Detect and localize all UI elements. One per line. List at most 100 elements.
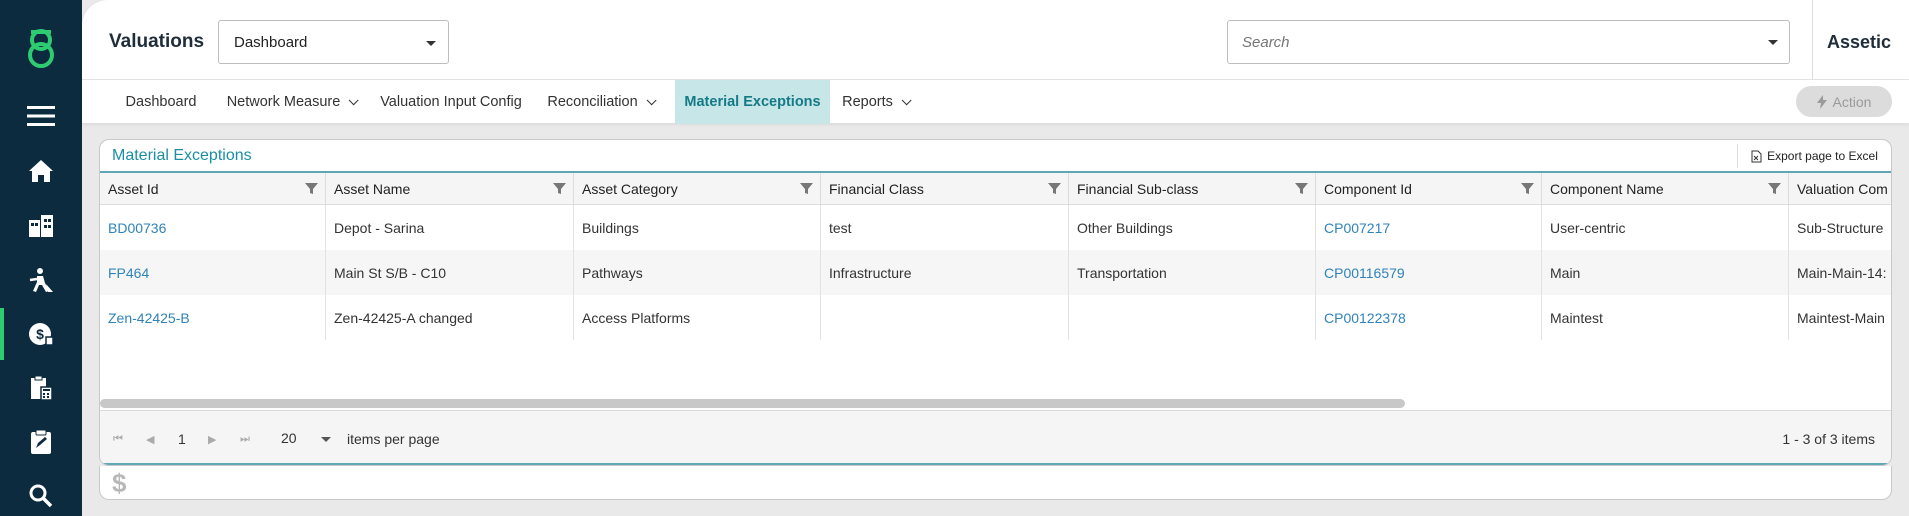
app-header: Valuations Dashboard Assetic [82,0,1909,79]
filter-icon[interactable] [800,182,813,195]
financial-sub-class-cell: Transportation [1068,250,1315,295]
column-label: Asset Id [108,181,159,197]
search-input[interactable] [1227,20,1790,64]
home-icon[interactable] [0,145,82,197]
current-page[interactable]: 1 [178,431,186,447]
logo-icon[interactable] [0,22,82,74]
asset-name-cell: Depot - Sarina [325,205,573,250]
caret-down-icon [426,41,436,46]
column-header-component-id[interactable]: Component Id [1315,173,1541,205]
grid-title: Material Exceptions [112,147,252,164]
action-label: Action [1832,93,1872,110]
prev-page-icon[interactable]: ◀ [146,433,154,446]
filter-icon[interactable] [1768,182,1781,195]
column-label: Financial Class [829,181,924,197]
chevron-down-icon [348,94,359,105]
financial-class-cell [820,295,1068,340]
asset-name-cell: Zen-42425-A changed [325,295,573,340]
buildings-icon[interactable] [0,200,82,252]
horizontal-scrollbar[interactable] [100,399,1405,408]
component-id-link[interactable]: CP007217 [1315,205,1541,250]
tab-label: Material Exceptions [684,94,821,110]
pager-info: 1 - 3 of 3 items [1782,431,1875,447]
search-icon[interactable] [0,470,82,516]
column-header-financial-sub-class[interactable]: Financial Sub-class [1068,173,1315,205]
view-select[interactable]: Dashboard [218,20,449,64]
caret-down-icon[interactable] [1768,40,1778,45]
tab-dashboard[interactable]: Dashboard [110,80,212,124]
first-page-icon[interactable]: ⏮ [113,433,123,446]
column-header-financial-class[interactable]: Financial Class [820,173,1068,205]
tab-material-exceptions[interactable]: Material Exceptions [675,80,830,124]
column-header-valuation-component[interactable]: Valuation Com [1788,173,1891,205]
component-name-cell: Maintest [1541,295,1788,340]
column-header-asset-id[interactable]: Asset Id [100,173,325,205]
component-id-link[interactable]: CP00122378 [1315,295,1541,340]
tab-label: Valuation Input Config [380,94,522,110]
table-row[interactable]: Zen-42425-B Zen-42425-A changed Access P… [100,295,1891,340]
column-label: Asset Name [334,181,411,197]
table-row[interactable]: FP464 Main St S/B - C10 Pathways Infrast… [100,250,1891,295]
view-select-value: Dashboard [234,33,308,51]
tab-reconciliation[interactable]: Reconciliation [532,80,668,124]
page-size-select[interactable]: 20 [281,430,297,446]
column-label: Component Id [1324,181,1412,197]
filter-icon[interactable] [1521,182,1534,195]
column-header-asset-category[interactable]: Asset Category [573,173,820,205]
svg-text:$: $ [36,326,44,342]
dollar-icon: $ [112,468,127,498]
asset-id-link[interactable]: FP464 [100,250,325,295]
valuation-icon[interactable]: $ [0,308,82,360]
clipboard-edit-icon[interactable] [0,416,82,468]
component-id-link[interactable]: CP00116579 [1315,250,1541,295]
asset-id-link[interactable]: BD00736 [100,205,325,250]
tab-network-measure[interactable]: Network Measure [212,80,370,124]
asset-category-cell: Buildings [573,205,820,250]
next-page-icon[interactable]: ▶ [208,433,216,446]
page-title: Valuations [109,31,205,52]
grid-header: Asset Id Asset Name Asset Category Finan… [100,173,1891,205]
component-name-cell: Main [1541,250,1788,295]
valuation-component-cell: Main-Main-14: [1788,250,1891,295]
filter-icon[interactable] [553,182,566,195]
last-page-icon[interactable]: ⏭ [240,433,250,446]
asset-name-cell: Main St S/B - C10 [325,250,573,295]
component-name-cell: User-centric [1541,205,1788,250]
asset-category-cell: Pathways [573,250,820,295]
export-label: Export page to Excel [1767,149,1878,163]
brand-name: Assetic [1827,32,1892,52]
filter-icon[interactable] [305,182,318,195]
column-label: Financial Sub-class [1077,181,1199,197]
column-label: Valuation Com [1797,181,1888,197]
filter-icon[interactable] [1295,182,1308,195]
grid-pager: ⏮ ◀ 1 ▶ ⏭ 20 items per page 1 - 3 of 3 i… [100,410,1891,465]
tab-valuation-input-config[interactable]: Valuation Input Config [370,80,532,124]
valuation-component-cell: Maintest-Main [1788,295,1891,340]
financial-sub-class-cell [1068,295,1315,340]
column-label: Component Name [1550,181,1664,197]
clipboard-calc-icon[interactable] [0,362,82,414]
tab-reports[interactable]: Reports [830,80,920,124]
filter-icon[interactable] [1048,182,1061,195]
valuation-component-cell: Sub-Structure [1788,205,1891,250]
menu-icon[interactable] [0,90,82,142]
material-exceptions-panel: Material Exceptions Export page to Excel… [99,139,1892,466]
page-size-label: items per page [347,431,440,447]
asset-id-link[interactable]: Zen-42425-B [100,295,325,340]
chevron-down-icon [901,94,912,105]
chevron-down-icon [646,94,657,105]
left-navigation: $ [0,0,82,516]
tab-label: Reconciliation [547,94,638,110]
asset-category-cell: Access Platforms [573,295,820,340]
column-header-asset-name[interactable]: Asset Name [325,173,573,205]
column-header-component-name[interactable]: Component Name [1541,173,1788,205]
sub-navigation: Dashboard Network Measure Valuation Inpu… [82,79,1909,124]
tab-label: Reports [842,94,893,110]
caret-down-icon[interactable] [321,437,331,442]
worker-icon[interactable] [0,254,82,306]
action-button[interactable]: Action [1796,86,1892,117]
financial-sub-class-cell: Other Buildings [1068,205,1315,250]
export-excel-button[interactable]: Export page to Excel [1737,144,1891,168]
excel-file-icon [1751,150,1762,162]
table-row[interactable]: BD00736 Depot - Sarina Buildings test Ot… [100,205,1891,250]
